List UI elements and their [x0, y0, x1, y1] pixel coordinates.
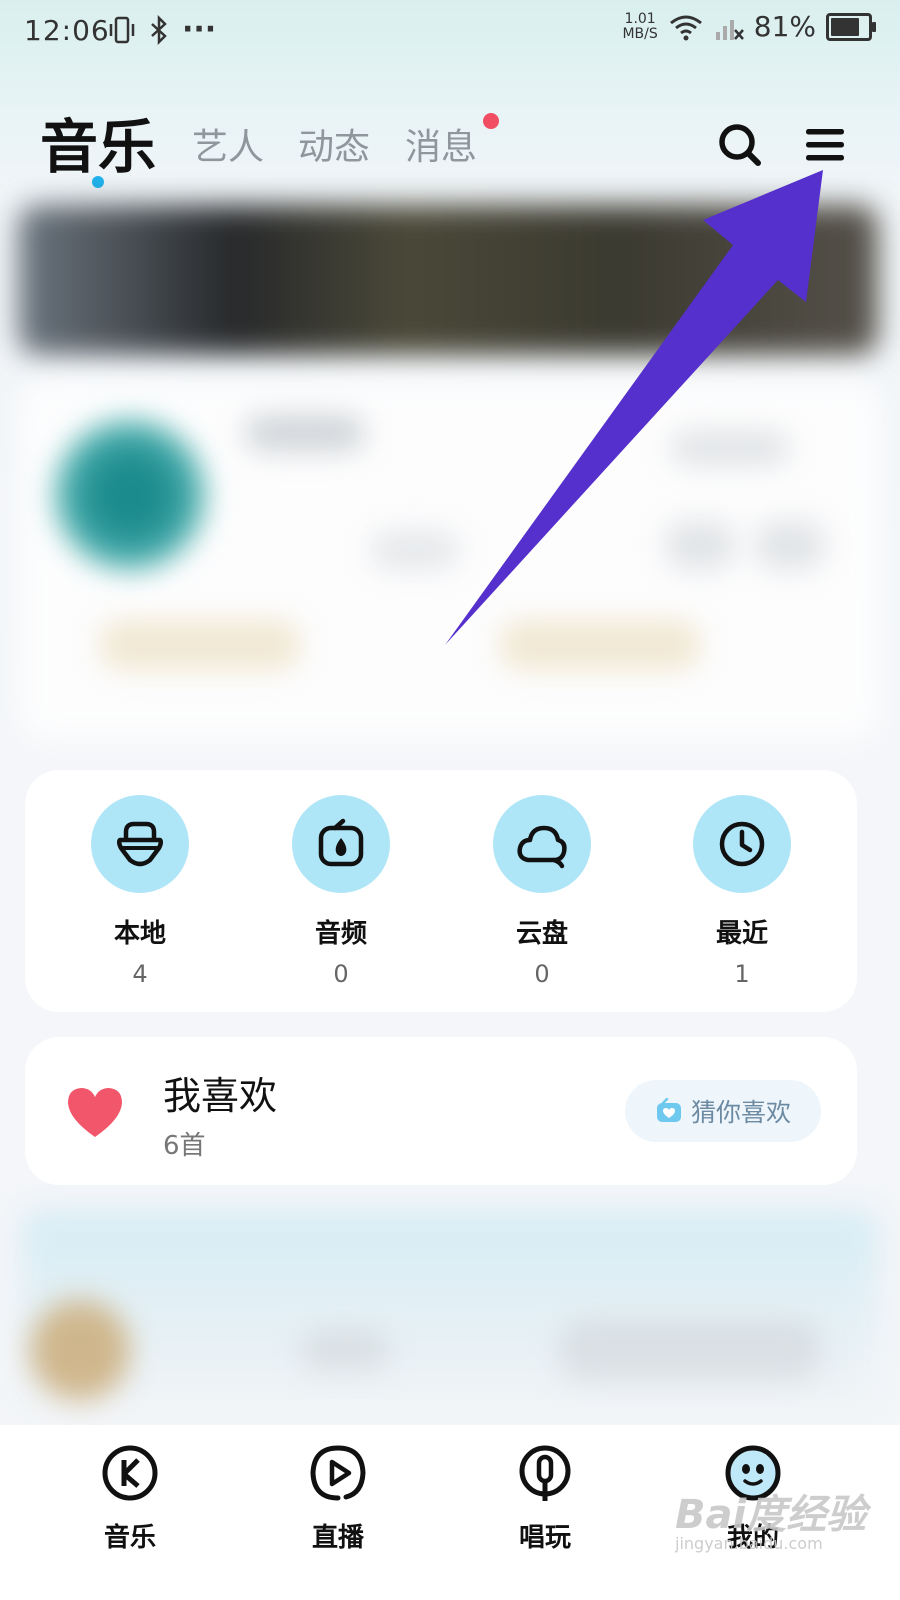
tab-artists[interactable]: 艺人: [192, 118, 264, 170]
blurred-username: [245, 415, 365, 451]
quick-item-label: 云盘: [515, 919, 568, 949]
guess-you-like-button[interactable]: 猜你喜欢: [625, 1080, 821, 1142]
nav-label: 直播: [311, 1523, 364, 1553]
audio-icon: [318, 818, 364, 867]
guess-button-label: 猜你喜欢: [690, 1098, 791, 1127]
cloud-disk-icon: [517, 825, 567, 869]
k-music-icon: [102, 1445, 158, 1501]
blurred-level: [670, 430, 790, 466]
signal-icon: [715, 19, 744, 40]
blurred-playlist-section: [20, 1210, 880, 1420]
clock-icon: [719, 821, 765, 867]
blurred-avatar: [55, 420, 205, 570]
nav-label: 音乐: [103, 1523, 156, 1553]
blurred-playlist-text: [300, 1330, 390, 1370]
favorites-card[interactable]: 我喜欢 6首 猜你喜欢: [25, 1037, 857, 1185]
tab-indicator: [92, 176, 104, 188]
blurred-stat: [665, 520, 735, 570]
tab-activity[interactable]: 动态: [298, 118, 370, 170]
blurred-banner: [18, 205, 878, 355]
blurred-vip-badge: [100, 620, 300, 670]
vibrate-icon: [109, 16, 135, 43]
favorites-count: 6首: [163, 1131, 206, 1161]
quick-item-recent[interactable]: 最近 1: [677, 795, 807, 988]
search-button[interactable]: [715, 120, 765, 170]
menu-icon: [806, 129, 844, 161]
blurred-stat: [755, 520, 825, 570]
quick-item-count: 0: [534, 960, 550, 988]
bluetooth-icon: [151, 14, 167, 45]
blurred-playlist-text: [560, 1320, 820, 1380]
baidu-jingyan-watermark: Bai度经验 jingyan.baidu.com: [675, 1492, 867, 1553]
tab-messages[interactable]: 消息: [405, 118, 477, 170]
heart-icon: [68, 1088, 122, 1137]
status-bar: 12:06 ··· 1.01 MB/S 81%: [0, 0, 900, 64]
quick-item-count: 4: [132, 960, 148, 988]
favorites-title: 我喜欢: [163, 1074, 278, 1118]
search-icon: [719, 124, 761, 166]
quick-access-card: 本地 4 音频 0 云盘 0 最近 1: [25, 770, 857, 1012]
quick-item-label: 最近: [715, 919, 768, 949]
radio-heart-icon: [656, 1098, 681, 1122]
menu-button[interactable]: [800, 120, 850, 170]
nav-music[interactable]: 音乐: [75, 1443, 185, 1554]
nav-sing[interactable]: 唱玩: [490, 1443, 600, 1554]
quick-item-count: 1: [734, 960, 750, 988]
battery-icon: [826, 12, 876, 41]
nav-live[interactable]: 直播: [283, 1443, 393, 1554]
nav-label: 唱玩: [518, 1523, 571, 1553]
quick-item-audio[interactable]: 音频 0: [276, 795, 406, 988]
header: 音乐 艺人 动态 消息: [0, 80, 900, 190]
local-music-icon: [116, 821, 164, 867]
quick-item-local[interactable]: 本地 4: [75, 795, 205, 988]
battery-percent: 81%: [753, 10, 816, 43]
message-badge-dot: [483, 113, 499, 129]
quick-item-label: 本地: [113, 919, 166, 949]
microphone-icon: [519, 1445, 571, 1501]
quick-item-label: 音频: [314, 919, 367, 949]
quick-item-count: 0: [333, 960, 349, 988]
live-play-icon: [310, 1445, 366, 1501]
tab-music[interactable]: 音乐: [40, 100, 156, 184]
quick-item-cloud[interactable]: 云盘 0: [477, 795, 607, 988]
blurred-stat: [370, 530, 460, 570]
wifi-icon: [669, 15, 702, 40]
blurred-playlist-cover: [30, 1300, 130, 1400]
more-status-icon: ···: [182, 12, 217, 47]
blurred-vip-badge: [500, 620, 700, 670]
net-speed: 1.01 MB/S: [622, 10, 658, 42]
status-time: 12:06: [24, 14, 110, 47]
